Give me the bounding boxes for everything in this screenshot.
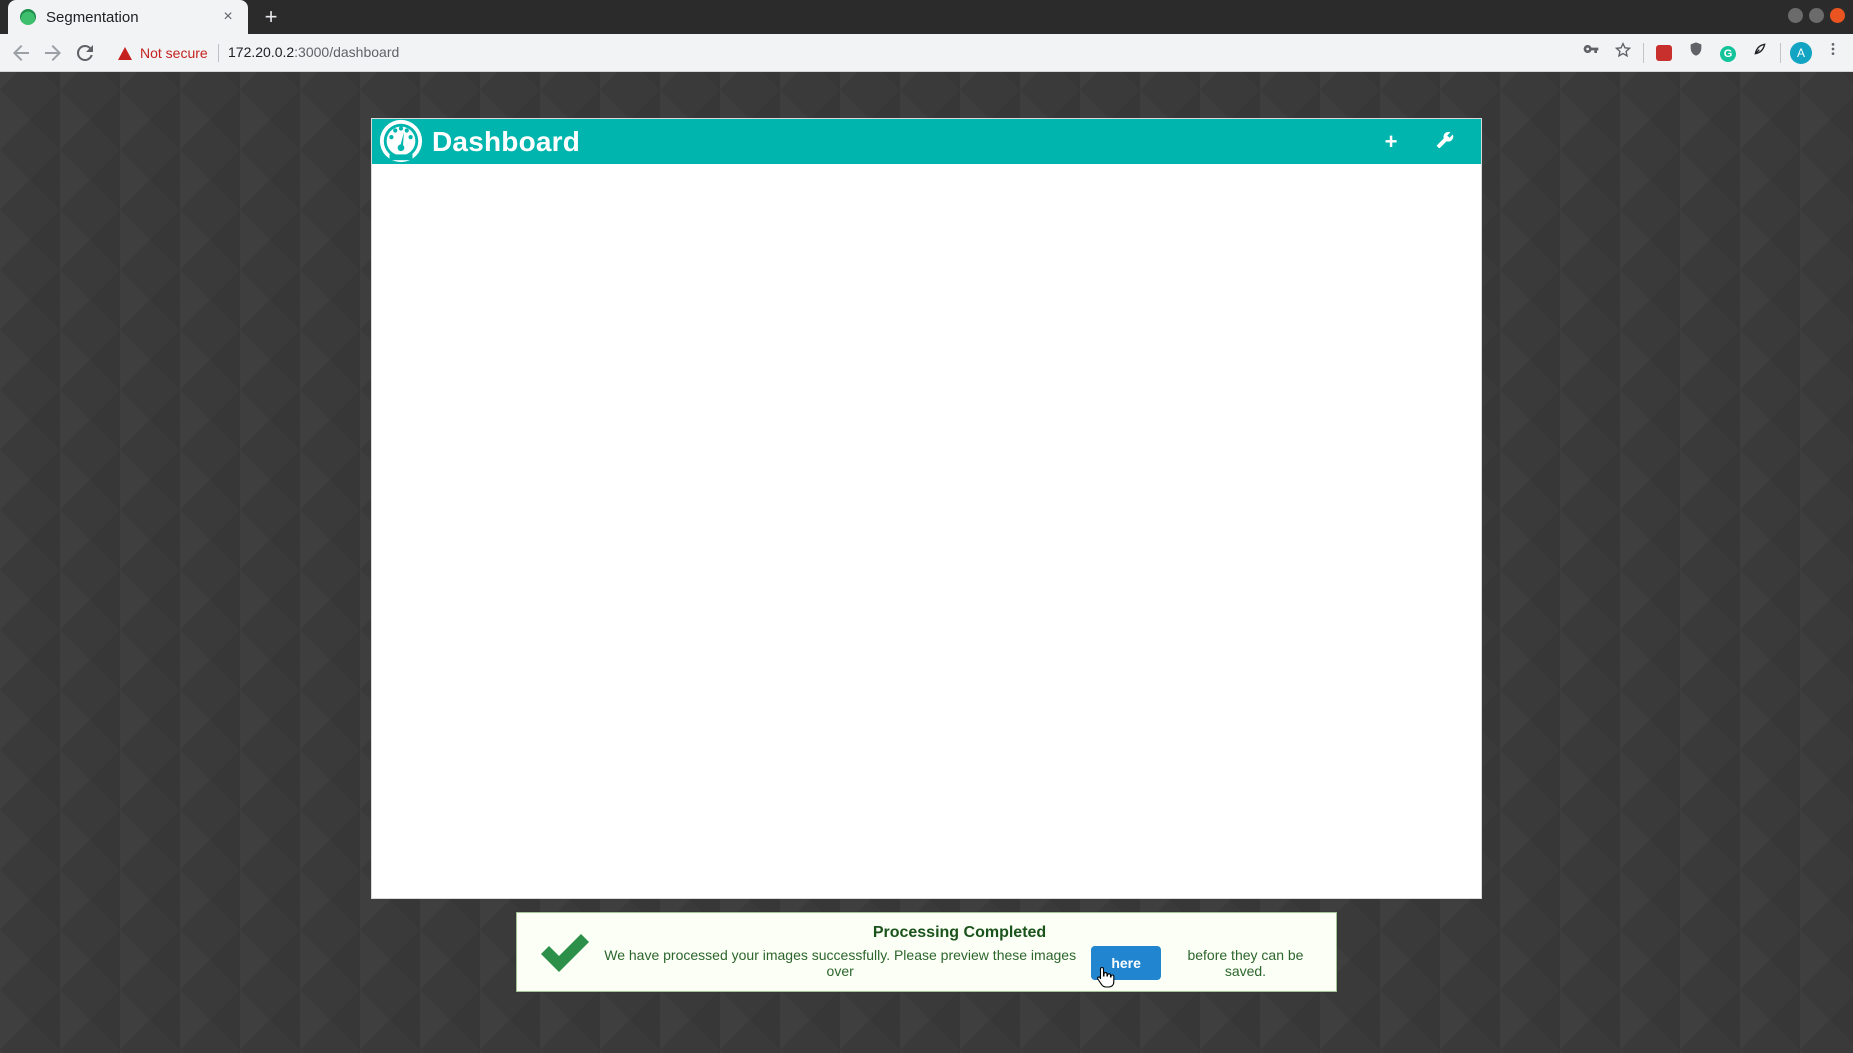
toolbar-icons: G A (1579, 41, 1845, 65)
grammarly-icon[interactable]: G (1716, 41, 1740, 65)
favicon-icon (20, 9, 36, 25)
wrench-icon[interactable] (1433, 130, 1457, 154)
security-indicator[interactable]: Not secure (118, 44, 219, 62)
menu-dots-icon[interactable] (1821, 41, 1845, 65)
success-message: Processing Completed We have processed y… (516, 912, 1337, 992)
url-host: 172.20.0.2 (228, 44, 295, 60)
checkmark-icon (541, 934, 589, 972)
browser-toolbar: Not secure 172.20.0.2:3000/dashboard G A (0, 34, 1853, 72)
browser-titlebar: Segmentation × + (0, 0, 1853, 34)
browser-tab[interactable]: Segmentation × (8, 0, 248, 34)
minimize-icon[interactable] (1788, 8, 1803, 23)
tab-title: Segmentation (46, 8, 139, 26)
security-label: Not secure (140, 45, 208, 61)
extension-leaf-icon[interactable] (1748, 41, 1772, 65)
hand-cursor-icon (1097, 966, 1115, 988)
message-text-after: before they can be saved. (1187, 947, 1304, 979)
dashboard-header: Dashboard + (372, 119, 1481, 164)
header-actions: + (1379, 129, 1457, 154)
toolbar-separator (1643, 43, 1644, 63)
dashboard-panel: Dashboard + (371, 118, 1482, 899)
message-text-before: We have processed your images successful… (604, 947, 1077, 979)
key-icon[interactable] (1579, 41, 1603, 65)
message-text: We have processed your images successful… (595, 946, 1324, 980)
extension-red-icon[interactable] (1652, 41, 1676, 65)
profile-avatar[interactable]: A (1790, 42, 1812, 64)
bookmark-star-icon[interactable] (1611, 41, 1635, 65)
dashboard-gauge-icon (379, 119, 423, 162)
warning-icon (118, 46, 132, 60)
close-window-icon[interactable] (1830, 8, 1845, 23)
add-icon[interactable]: + (1379, 129, 1403, 154)
url-path: :3000/dashboard (294, 44, 400, 60)
new-tab-button[interactable]: + (258, 4, 284, 30)
url-separator (217, 44, 219, 62)
reload-icon[interactable] (73, 41, 97, 65)
forward-icon[interactable] (41, 41, 65, 65)
window-controls (1788, 8, 1845, 23)
page-title: Dashboard (432, 125, 581, 157)
message-title: Processing Completed (872, 924, 1047, 941)
back-icon[interactable] (9, 41, 33, 65)
maximize-icon[interactable] (1809, 8, 1824, 23)
dashboard-content (372, 164, 1481, 898)
toolbar-separator (1780, 43, 1781, 63)
address-bar[interactable]: 172.20.0.2:3000/dashboard (228, 44, 399, 60)
close-tab-icon[interactable]: × (220, 8, 236, 26)
message-content: Processing Completed We have processed y… (595, 924, 1336, 980)
shield-extension-icon[interactable] (1684, 41, 1708, 65)
